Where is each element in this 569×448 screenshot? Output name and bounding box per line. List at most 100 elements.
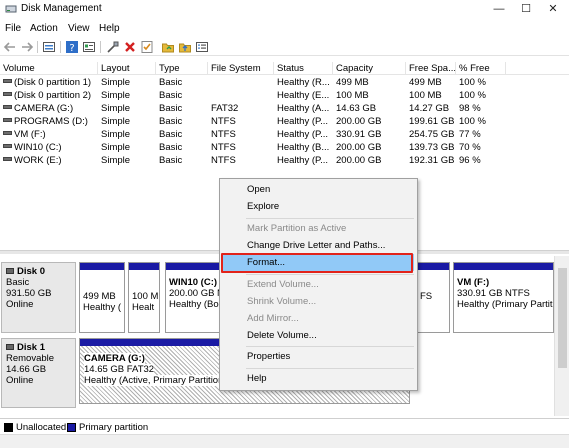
menu-item-change-drive-letter[interactable]: Change Drive Letter and Paths... bbox=[223, 237, 414, 254]
folder-icon[interactable] bbox=[161, 40, 175, 54]
layout-cell: Simple bbox=[101, 90, 131, 101]
column-header-layout[interactable]: Layout bbox=[98, 62, 156, 75]
file-system-cell bbox=[208, 89, 274, 102]
minimize-button[interactable]: — bbox=[485, 0, 513, 19]
properties-icon[interactable] bbox=[82, 40, 96, 54]
folder-up-icon[interactable] bbox=[178, 40, 192, 54]
back-arrow-icon[interactable] bbox=[3, 40, 17, 54]
column-header-volume[interactable]: Volume bbox=[0, 62, 98, 75]
column-header-status[interactable]: Status bbox=[274, 62, 333, 75]
file-system-cell: NTFS bbox=[211, 116, 236, 127]
disk-name: Disk 1 bbox=[6, 342, 71, 353]
disk-1-label[interactable]: Disk 1 Removable 14.66 GB Online bbox=[1, 338, 76, 408]
unallocated-swatch bbox=[4, 423, 13, 432]
column-header-free-space[interactable]: Free Spa... bbox=[406, 62, 456, 75]
partition-size: 14.65 GB FAT32 bbox=[84, 364, 155, 375]
close-button[interactable]: ✕ bbox=[539, 0, 567, 19]
menu-item-open[interactable]: Open bbox=[223, 181, 414, 198]
menu-item-extend-volume[interactable]: Extend Volume... bbox=[223, 276, 414, 293]
partition-text: WIN10 (C:) 200.00 GB N Healthy (Boc bbox=[169, 277, 220, 310]
partition-size: 330.91 GB NTFS bbox=[457, 288, 530, 299]
volume-name: WIN10 (C:) bbox=[14, 142, 62, 153]
type-cell: Basic bbox=[159, 142, 183, 153]
file-system-cell: NTFS bbox=[211, 129, 236, 140]
maximize-button[interactable]: ☐ bbox=[512, 0, 540, 19]
status-cell: Healthy (P... bbox=[277, 155, 329, 166]
scrollbar-thumb[interactable] bbox=[558, 268, 567, 368]
table-row[interactable]: (Disk 0 partition 2) Simple Basic Health… bbox=[0, 89, 569, 102]
menu-file[interactable]: File bbox=[5, 23, 21, 34]
partition-disk0-2[interactable]: 100 M Healt bbox=[128, 262, 160, 333]
table-row[interactable]: WORK (E:) Simple Basic NTFS Healthy (P..… bbox=[0, 154, 569, 167]
disk-list-icon[interactable] bbox=[42, 40, 56, 54]
partition-name: VM (F:) bbox=[457, 277, 490, 288]
drive-icon bbox=[3, 105, 12, 110]
volume-cell: PROGRAMS (D:) bbox=[0, 115, 98, 128]
type-cell: Basic bbox=[159, 90, 183, 101]
free-space-cell: 139.73 GB bbox=[409, 142, 455, 153]
capacity-cell: 200.00 GB bbox=[336, 116, 382, 127]
volume-name: (Disk 0 partition 2) bbox=[14, 90, 92, 101]
status-cell: Healthy (P... bbox=[277, 116, 329, 127]
disk-0-label[interactable]: Disk 0 Basic 931.50 GB Online bbox=[1, 262, 76, 333]
legend-primary-partition: Primary partition bbox=[79, 422, 149, 433]
table-row[interactable]: (Disk 0 partition 1) Simple Basic Health… bbox=[0, 76, 569, 89]
table-row[interactable]: CAMERA (G:) Simple Basic FAT32 Healthy (… bbox=[0, 102, 569, 115]
menu-view[interactable]: View bbox=[68, 23, 90, 34]
help-icon[interactable]: ? bbox=[65, 40, 79, 54]
status-cell: Healthy (B... bbox=[277, 142, 330, 153]
menu-action[interactable]: Action bbox=[30, 23, 58, 34]
menu-item-delete-volume[interactable]: Delete Volume... bbox=[223, 327, 414, 344]
layout-cell: Simple bbox=[101, 116, 131, 127]
disk-type: Removable bbox=[6, 353, 55, 364]
menu-item-add-mirror[interactable]: Add Mirror... bbox=[223, 310, 414, 327]
column-header-file-system[interactable]: File System bbox=[208, 62, 274, 75]
partition-name: WIN10 (C:) bbox=[169, 277, 218, 288]
disk-icon bbox=[6, 268, 14, 274]
file-system-cell: FAT32 bbox=[211, 103, 239, 114]
capacity-cell: 200.00 GB bbox=[336, 155, 382, 166]
partition-status: Healt bbox=[132, 302, 155, 313]
partition-status: Healthy ( bbox=[83, 302, 122, 313]
menu-item-help[interactable]: Help bbox=[223, 370, 414, 387]
menu-item-explore[interactable]: Explore bbox=[223, 198, 414, 215]
percent-free-cell: 100 % bbox=[459, 116, 486, 127]
percent-free-cell: 100 % bbox=[459, 77, 486, 88]
column-header-type[interactable]: Type bbox=[156, 62, 208, 75]
list-icon[interactable] bbox=[195, 40, 209, 54]
capacity-cell: 330.91 GB bbox=[336, 129, 382, 140]
legend: Unallocated Primary partition bbox=[0, 418, 569, 434]
percent-free-cell: 98 % bbox=[459, 103, 481, 114]
delete-icon[interactable] bbox=[123, 40, 137, 54]
partition-vm[interactable]: VM (F:) 330.91 GB NTFS Healthy (Primary … bbox=[453, 262, 554, 333]
status-cell: Healthy (P... bbox=[277, 129, 329, 140]
disk-status: Online bbox=[6, 299, 34, 310]
table-row[interactable]: VM (F:) Simple Basic NTFS Healthy (P... … bbox=[0, 128, 569, 141]
disk-management-app-icon bbox=[5, 5, 17, 13]
column-header-percent-free[interactable]: % Free bbox=[456, 62, 506, 75]
menu-item-properties[interactable]: Properties bbox=[223, 348, 414, 365]
volume-cell: WIN10 (C:) bbox=[0, 141, 98, 154]
menu-help[interactable]: Help bbox=[99, 23, 120, 34]
disk-0-name: Disk 0 bbox=[17, 266, 45, 277]
primary-partition-swatch bbox=[67, 423, 76, 432]
menu-separator bbox=[246, 346, 414, 347]
partition-disk0-1[interactable]: 499 MB Healthy ( bbox=[79, 262, 125, 333]
column-header-capacity[interactable]: Capacity bbox=[333, 62, 406, 75]
status-cell: Healthy (E... bbox=[277, 90, 330, 101]
forward-arrow-icon[interactable] bbox=[20, 40, 34, 54]
table-row[interactable]: WIN10 (C:) Simple Basic NTFS Healthy (B.… bbox=[0, 141, 569, 154]
type-cell: Basic bbox=[159, 77, 183, 88]
drive-icon bbox=[3, 118, 12, 123]
menu-item-shrink-volume[interactable]: Shrink Volume... bbox=[223, 293, 414, 310]
free-space-cell: 192.31 GB bbox=[409, 155, 455, 166]
disk-map-scrollbar[interactable] bbox=[554, 256, 569, 416]
partition-size: 100 M bbox=[132, 291, 159, 302]
table-row[interactable]: PROGRAMS (D:) Simple Basic NTFS Healthy … bbox=[0, 115, 569, 128]
menu-item-mark-active[interactable]: Mark Partition as Active bbox=[223, 220, 414, 237]
connect-icon[interactable] bbox=[106, 40, 120, 54]
volume-cell: WORK (E:) bbox=[0, 154, 98, 167]
check-icon[interactable] bbox=[140, 40, 154, 54]
partition-win10[interactable]: WIN10 (C:) 200.00 GB N Healthy (Boc bbox=[165, 262, 221, 333]
status-cell: Healthy (A... bbox=[277, 103, 330, 114]
